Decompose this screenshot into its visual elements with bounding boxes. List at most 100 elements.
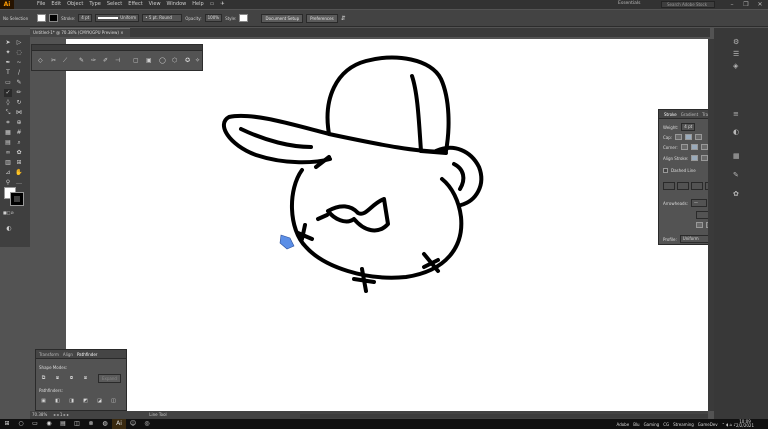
pencil-tool-icon[interactable]: ✏	[15, 89, 23, 97]
projecting-cap-icon[interactable]	[695, 134, 703, 140]
merge-icon[interactable]: ◨	[68, 398, 75, 404]
graph-tool-icon[interactable]: ▥	[4, 159, 12, 167]
file-explorer-icon[interactable]: ▤	[56, 419, 70, 429]
current-tool-status[interactable]: Line Tool	[149, 411, 166, 419]
slice-tool-icon[interactable]: ⊿	[4, 169, 12, 177]
menu-select[interactable]: Select	[104, 0, 125, 9]
toolbar-gamedev[interactable]: GameDev	[696, 422, 720, 427]
color-mode-icon[interactable]: ■□⊘	[3, 209, 14, 217]
stroke-swatch[interactable]	[49, 14, 59, 22]
cap-seam[interactable]	[410, 74, 423, 153]
tab-transform[interactable]: Transform	[39, 352, 59, 357]
libraries-icon[interactable]: ☰	[733, 50, 739, 58]
butt-cap-icon[interactable]	[675, 134, 683, 140]
rotate-tool-icon[interactable]: ↻	[15, 99, 23, 107]
close-tab-icon[interactable]: ×	[120, 30, 123, 35]
arrange-documents-icon[interactable]: ⇵	[341, 15, 346, 22]
document-tab[interactable]: Untitled-1* @ 70.38% (CMYK/GPU Preview) …	[30, 28, 130, 37]
gpu-icon[interactable]: ✈	[217, 0, 227, 9]
symbol-sprayer-icon[interactable]: ✿	[15, 149, 23, 157]
menu-view[interactable]: View	[146, 0, 164, 9]
tab-gradient[interactable]: Gradient	[681, 112, 698, 117]
stitch-4[interactable]	[316, 213, 329, 221]
star-icon[interactable]: ✪	[185, 57, 190, 64]
blend-tool-icon[interactable]: ∞	[4, 149, 12, 157]
mesh-tool-icon[interactable]: #	[15, 129, 23, 137]
task-view-icon[interactable]: ▭	[28, 419, 42, 429]
cap-brim-inner[interactable]	[239, 127, 313, 149]
cap-crown[interactable]	[325, 55, 451, 154]
direct-selection-tool-icon[interactable]: ▷	[15, 39, 23, 47]
ellipse-icon[interactable]: ◯	[159, 57, 166, 64]
zoom-level[interactable]: 70.38%	[32, 411, 47, 419]
flare-icon[interactable]: ✧	[195, 57, 200, 64]
round-cap-icon[interactable]	[685, 134, 693, 140]
scale-tool-icon[interactable]: ⤡	[4, 109, 12, 117]
scissors-icon[interactable]: ✂	[51, 57, 56, 64]
outline-icon[interactable]: ◪	[96, 398, 103, 404]
preferences-button[interactable]: Preferences	[306, 13, 338, 23]
lasso-tool-icon[interactable]: ◌	[15, 49, 23, 57]
toolbar-adobe[interactable]: Adobe	[615, 422, 632, 427]
trim-icon[interactable]: ◧	[54, 398, 61, 404]
exclude-icon[interactable]: ⧆	[82, 375, 89, 381]
bevel-join-icon[interactable]	[700, 144, 708, 150]
smooth-tool-icon[interactable]: ✐	[103, 57, 108, 64]
opacity-field[interactable]: 100%	[204, 14, 223, 22]
crop-icon[interactable]: ◩	[82, 398, 89, 404]
spotify-icon[interactable]: ◍	[98, 419, 112, 429]
menu-window[interactable]: Window	[164, 0, 190, 9]
dash-1[interactable]	[663, 182, 675, 190]
perspective-grid-icon[interactable]: ▦	[4, 129, 12, 137]
magic-wand-icon[interactable]: ✦	[4, 49, 12, 57]
shaper-tool-icon[interactable]: ✓	[4, 89, 12, 97]
shape-builder-icon[interactable]: ⊕	[15, 119, 23, 127]
variable-width-profile[interactable]: Uniform	[95, 14, 140, 22]
eyedropper-icon[interactable]: ⌕	[15, 139, 23, 147]
brush-icon[interactable]: ✎	[79, 57, 84, 64]
dashed-line-checkbox[interactable]	[663, 168, 668, 173]
arrow-tip-icon[interactable]	[696, 222, 703, 228]
zoom-tool-icon[interactable]: ⚲	[4, 179, 12, 187]
swatches-icon[interactable]: ▦	[733, 152, 740, 160]
menu-edit[interactable]: Edit	[48, 0, 64, 9]
hand-tool-icon[interactable]: ✋	[15, 169, 23, 177]
menu-effect[interactable]: Effect	[125, 0, 145, 9]
brushes-icon[interactable]: ✎	[733, 171, 739, 179]
paintbrush-tool-icon[interactable]: ✎	[15, 79, 23, 87]
free-transform-icon[interactable]: ⌗	[4, 119, 12, 127]
discord-icon[interactable]: ☺	[126, 419, 140, 429]
dash-2[interactable]	[691, 182, 703, 190]
cap-brim[interactable]	[222, 113, 332, 165]
minimize-icon[interactable]: –	[725, 0, 739, 9]
fill-swatch[interactable]	[37, 14, 47, 22]
eraser-tool-icon[interactable]: ◊	[4, 99, 12, 107]
menu-object[interactable]: Object	[64, 0, 86, 9]
character-drawing[interactable]	[66, 39, 708, 411]
stroke-color-icon[interactable]	[10, 192, 24, 206]
style-swatch[interactable]	[239, 14, 249, 22]
rectangle-icon[interactable]: ▢	[133, 57, 139, 64]
toolbar-blu[interactable]: Blu	[631, 422, 641, 427]
tab-pathfinder[interactable]: Pathfinder	[77, 352, 98, 357]
symbols-icon[interactable]: ✿	[733, 190, 739, 198]
maximize-icon[interactable]: ❐	[739, 0, 753, 9]
close-icon[interactable]: ✕	[753, 0, 767, 9]
stroke-panel-icon[interactable]: ≡	[733, 110, 739, 118]
round-join-icon[interactable]	[690, 144, 698, 150]
properties-icon[interactable]: ⚙	[733, 38, 739, 46]
gradient-tool-icon[interactable]: ▤	[4, 139, 12, 147]
align-center-icon[interactable]	[691, 155, 699, 161]
workspace-switcher[interactable]: Essentials	[618, 1, 641, 6]
tab-stroke[interactable]: Stroke	[664, 112, 677, 117]
mustache[interactable]	[326, 197, 390, 233]
drawing-modes-icon[interactable]: ◐	[5, 225, 13, 233]
menu-help[interactable]: Help	[189, 0, 206, 9]
intersect-icon[interactable]: ⧇	[68, 375, 75, 381]
menu-file[interactable]: File	[34, 0, 48, 9]
floating-panel-header[interactable]	[32, 45, 202, 51]
expand-button[interactable]: Expand	[98, 374, 121, 383]
minus-front-icon[interactable]: ⧈	[54, 375, 61, 381]
gap-1[interactable]	[677, 182, 689, 190]
toolbar-gaming[interactable]: Gaming	[642, 422, 662, 427]
